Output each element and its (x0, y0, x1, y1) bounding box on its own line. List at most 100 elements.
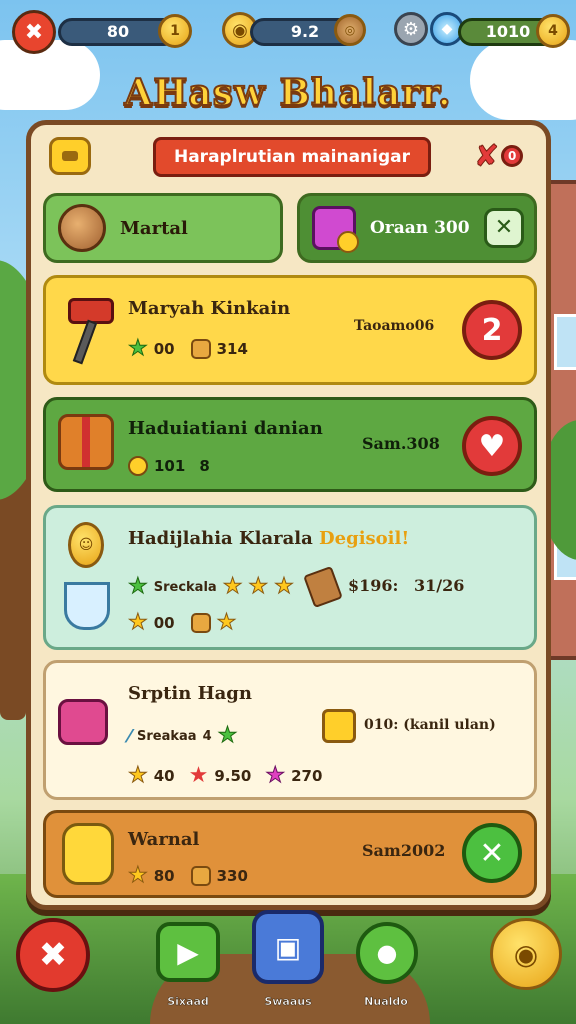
item-4-stat3: 270 (291, 766, 323, 785)
heart-icon: ♥ (478, 428, 506, 464)
shop-nav-button[interactable]: ▣ (252, 910, 324, 984)
item-1-price: Taoamo06 (354, 318, 435, 334)
item-4-tag-num: 4 (202, 728, 212, 744)
item-1-stat1: 00 (153, 340, 175, 358)
item-5-stats: ★ 80 330 (128, 863, 248, 888)
shop-item-3[interactable]: ☺ Hadijlahia Klarala Degisoil! ★ Sreckal… (43, 505, 537, 650)
hud-coin-3-value: 4 (548, 23, 558, 39)
back-arrow-icon: ✖ (24, 19, 44, 45)
item-5-stat1: 80 (153, 867, 175, 885)
hud-bar-2-value: 9.2 (290, 22, 320, 41)
yellow-crate-icon (322, 709, 356, 743)
item-4-stats: ★ 40 ★ 9.50 ★ 270 (128, 762, 323, 788)
item-4-price: 010: (kanil ulan) (364, 717, 496, 733)
item-2-favorite-button[interactable]: ♥ (462, 416, 522, 476)
panel-header-title: Haraplrutian mainanigar (153, 137, 431, 177)
gift-present-icon (58, 414, 114, 470)
cookie-icon (58, 204, 106, 252)
item-5-stat2: 330 (216, 867, 248, 885)
check-x-icon: ✕ (479, 835, 505, 871)
item-3-price: $196: 31/26 (348, 576, 464, 595)
star-icon: ★ (128, 863, 149, 888)
item-2-stat1: 101 (154, 457, 186, 475)
tab-martal-label: Martal (120, 217, 188, 239)
yellow-creature-icon (62, 823, 114, 885)
item-2-stats: 101 8 (128, 456, 210, 476)
item-4-tag: Sreakaa (137, 728, 197, 744)
item-1-action-label: 2 (481, 312, 503, 348)
shop-item-5[interactable]: Warnal Sam2002 ★ 80 330 ✕ (43, 810, 537, 898)
tool-icon: ⁄ (128, 725, 132, 747)
shop-item-4[interactable]: Srptin Hagn ⁄ Sreakaa 4 ★ 010: (kanil ul… (43, 660, 537, 800)
item-5-confirm-button[interactable]: ✕ (462, 823, 522, 883)
shop-nav-label: Swaaus (264, 995, 312, 1009)
green-nav-label: Nualdo (364, 995, 408, 1009)
backpack-icon: ▣ (274, 930, 302, 964)
hud-bar-3-value: 1010 (485, 22, 531, 41)
item-5-name: Warnal (128, 829, 200, 850)
item-3-price-b: 31/26 (414, 576, 465, 595)
exit-button[interactable]: ✖ (16, 918, 90, 992)
crate-icon (190, 866, 211, 886)
red-star-icon: ★ (188, 763, 209, 788)
item-1-stats: ★ 00 314 (128, 336, 248, 361)
tab-oraan[interactable]: Oraan 300 ✕ (297, 193, 537, 263)
glass-cup-icon (64, 582, 110, 630)
bronze-coin-icon: ◎ (334, 14, 366, 46)
menu-square-icon[interactable] (49, 137, 91, 175)
panel-header: Haraplrutian mainanigar ✘ 0 (31, 125, 546, 187)
bubble-icon: ● (376, 939, 398, 967)
play-icon: ▶ (177, 935, 199, 969)
item-5-price: Sam2002 (362, 841, 446, 860)
item-1-name: Maryah Kinkain (128, 298, 291, 319)
pink-star-icon: ★ (265, 762, 286, 788)
bread-icon (190, 339, 211, 359)
item-4-stat2: 9.50 (214, 766, 252, 785)
item-4-tag-row: ⁄ Sreakaa 4 ★ (128, 724, 238, 747)
game-title: AHasw Bhalarr. (123, 71, 452, 115)
close-button[interactable]: ✘ 0 (473, 138, 526, 174)
back-button[interactable]: ✖ (12, 10, 56, 54)
star-icon: ★ (128, 610, 149, 635)
item-2-stat2: 8 (199, 457, 210, 475)
close-icon: ✘ (473, 138, 500, 174)
hud-coin-1-value: 1 (170, 23, 180, 39)
hud-coin-3[interactable]: 4 (536, 14, 570, 48)
top-hud: ✖ 80 1 ◉ 9.2 ◎ ⚙ ◆ 1010 4 (0, 6, 576, 54)
star-icon: ★ (128, 762, 149, 788)
settings-gear-icon[interactable]: ⚙ (394, 12, 428, 46)
item-3-price-a: $196: (348, 576, 399, 595)
bottom-navigation: ✖ ▶ Sixaad ▣ Swaaus ● Nualdo ◉ (0, 904, 576, 1014)
item-3-tag: Sreckala (153, 579, 217, 595)
close-badge: 0 (501, 145, 524, 167)
item-3-name: Hadijlahia Klarala Degisoil! (128, 528, 409, 549)
item-1-stat2: 314 (216, 340, 248, 358)
tab-oraan-label: Oraan 300 (370, 218, 470, 238)
item-3-stats: ★ 00 ★ (128, 610, 237, 635)
item-3-stat1: 00 (153, 614, 175, 632)
play-nav-button[interactable]: ▶ (156, 922, 220, 982)
green-star-icon: ★ (128, 574, 149, 599)
shop-item-2[interactable]: Haduiatiani danian Sam.308 101 8 ♥ (43, 397, 537, 492)
green-star-icon: ★ (128, 336, 149, 361)
hammer-tool-icon (58, 294, 118, 366)
shop-item-1[interactable]: Maryah Kinkain Taoamo06 ★ 00 314 2 (43, 275, 537, 385)
hud-coin-1[interactable]: 1 (158, 14, 192, 48)
green-nav-button[interactable]: ● (356, 922, 418, 984)
item-2-price: Sam.308 (362, 434, 440, 453)
pink-box-icon (58, 699, 108, 745)
wood-plank-icon (303, 565, 343, 609)
tab-oraan-close-button[interactable]: ✕ (484, 208, 524, 248)
face-coin-icon: ☺ (68, 522, 104, 568)
item-1-action-button[interactable]: 2 (462, 300, 522, 360)
gift-box-icon (312, 206, 359, 253)
play-nav-label: Sixaad (167, 995, 209, 1009)
tab-martal[interactable]: Martal (43, 193, 283, 263)
item-2-name: Haduiatiani danian (128, 418, 323, 439)
bell-icon (128, 456, 148, 476)
item-4-stat1: 40 (153, 766, 175, 785)
item-3-highlight: Degisoil! (319, 528, 410, 549)
star-icon: ★ (216, 610, 237, 635)
coin-nav-button[interactable]: ◉ (490, 918, 562, 990)
rating-star-icon: ★ (222, 574, 243, 599)
